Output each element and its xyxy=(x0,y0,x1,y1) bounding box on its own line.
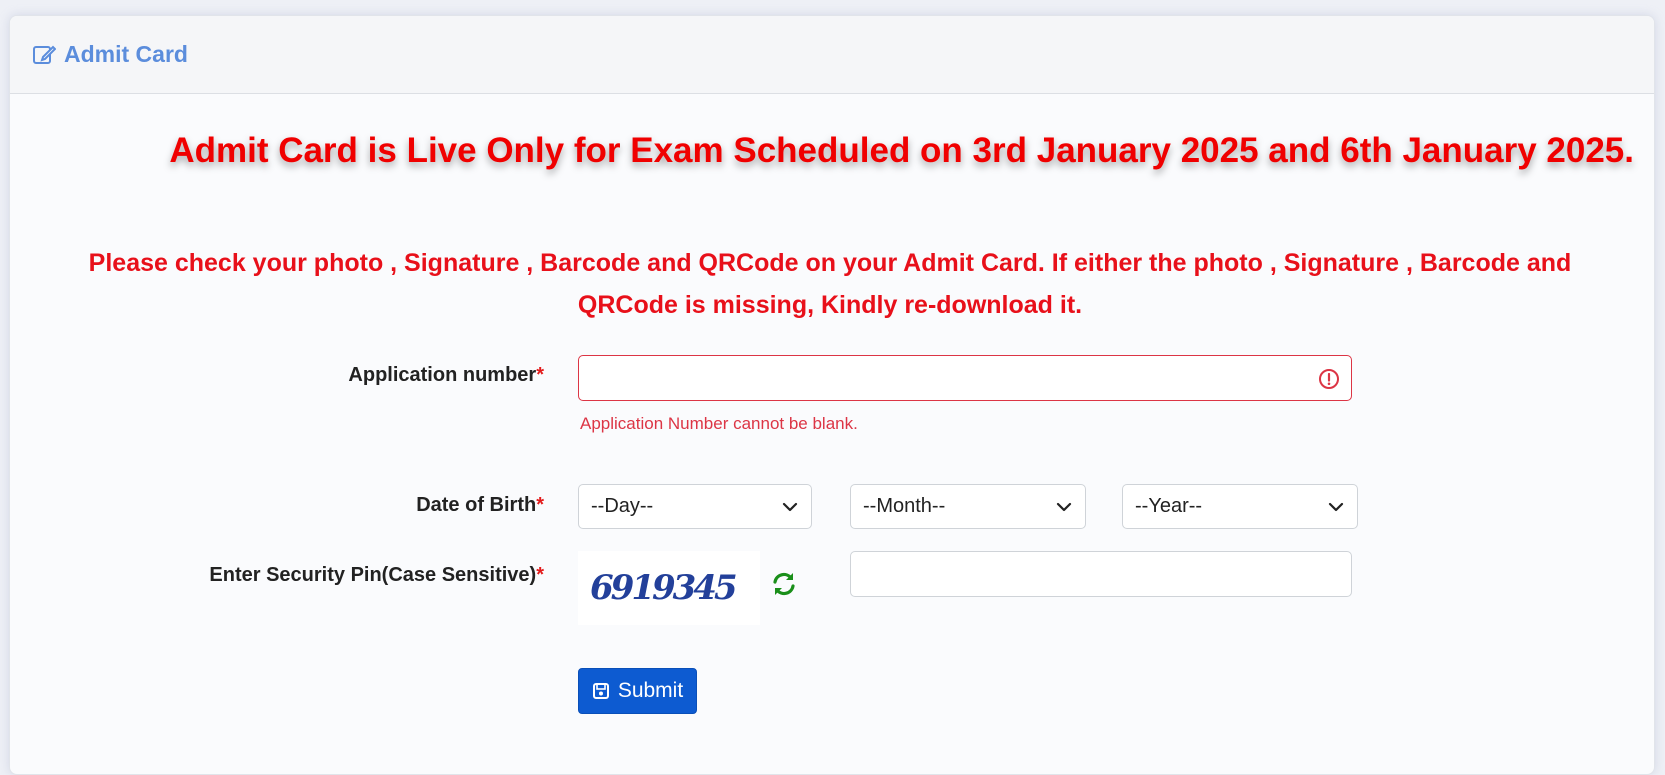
save-icon xyxy=(592,683,609,699)
submit-button[interactable]: Submit xyxy=(578,668,697,714)
admit-card-panel: Admit Card Admit Card is Live Only for E… xyxy=(9,15,1655,775)
date-of-birth-label: Date of Birth* xyxy=(416,494,544,517)
required-mark: * xyxy=(536,564,544,586)
exam-live-notice: Admit Card is Live Only for Exam Schedul… xyxy=(169,131,1634,170)
chevron-down-icon xyxy=(1328,502,1344,511)
captcha-image: 6919345 xyxy=(578,551,760,625)
edit-icon xyxy=(32,43,57,67)
refresh-captcha-icon[interactable] xyxy=(770,570,798,598)
application-number-error: Application Number cannot be blank. xyxy=(580,414,858,433)
submit-label: Submit xyxy=(617,679,684,702)
month-select-value: --Month-- xyxy=(863,495,946,517)
date-of-birth-label-text: Date of Birth xyxy=(416,494,537,516)
month-select[interactable]: --Month-- xyxy=(850,484,1086,529)
page-title: Admit Card xyxy=(64,41,188,67)
required-mark: * xyxy=(536,494,544,516)
year-select-value: --Year-- xyxy=(1135,495,1203,517)
day-select[interactable]: --Day-- xyxy=(578,484,812,529)
chevron-down-icon xyxy=(1056,502,1072,511)
check-documents-notice: Please check your photo , Signature , Ba… xyxy=(88,249,1572,319)
required-mark: * xyxy=(536,364,544,386)
captcha-text: 6919345 xyxy=(590,568,738,608)
security-pin-label: Enter Security Pin(Case Sensitive)* xyxy=(209,564,544,587)
security-pin-input[interactable] xyxy=(850,551,1352,597)
security-pin-label-text: Enter Security Pin(Case Sensitive) xyxy=(209,564,537,586)
day-select-value: --Day-- xyxy=(591,495,654,517)
application-number-label: Application number* xyxy=(348,364,544,387)
year-select[interactable]: --Year-- xyxy=(1122,484,1358,529)
chevron-down-icon xyxy=(782,502,798,511)
application-number-label-text: Application number xyxy=(348,364,537,386)
application-number-input[interactable] xyxy=(578,355,1352,401)
error-icon xyxy=(1318,368,1340,390)
card-header: Admit Card xyxy=(10,16,1654,94)
